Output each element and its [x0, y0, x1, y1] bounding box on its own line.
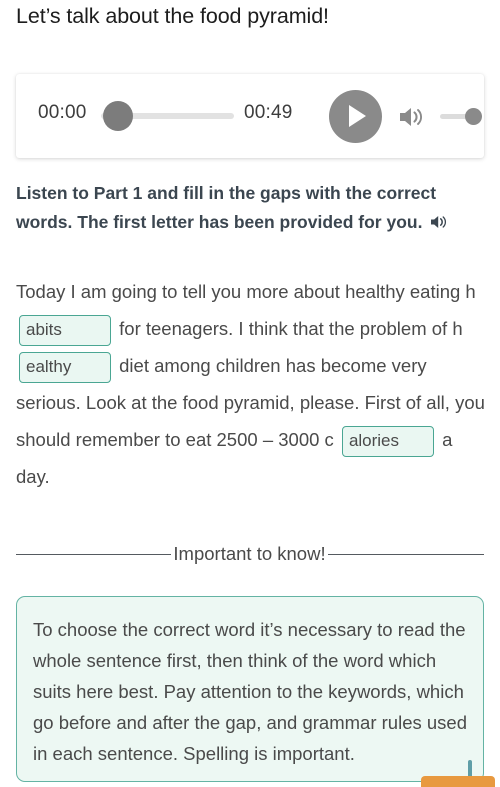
divider-line-left: [16, 554, 171, 555]
audio-player: 00:00 00:49: [16, 74, 484, 158]
volume-slider-knob[interactable]: [465, 108, 482, 125]
lesson-page: Let’s talk about the food pyramid! 00:00…: [0, 0, 500, 787]
audio-progress-slider[interactable]: [101, 101, 234, 131]
divider-line-right: [328, 554, 484, 555]
speaker-icon[interactable]: [430, 210, 449, 239]
passage-segment-1: Today I am going to tell you more about …: [16, 281, 476, 302]
passage-text: Today I am going to tell you more about …: [16, 273, 488, 495]
volume-slider[interactable]: [440, 108, 484, 125]
play-button[interactable]: [329, 90, 382, 143]
progress-slider-knob[interactable]: [103, 101, 133, 131]
passage-segment-2: for teenagers. I think that the problem …: [119, 318, 463, 339]
page-title: Let’s talk about the food pyramid!: [16, 4, 329, 28]
gap-input-3[interactable]: [341, 425, 434, 457]
divider-label: Important to know!: [173, 543, 326, 564]
tip-box: To choose the correct word it’s necessar…: [16, 596, 484, 782]
speaker-icon[interactable]: [398, 105, 426, 129]
instruction-text: Listen to Part 1 and fill in the gaps wi…: [16, 179, 480, 238]
section-divider: Important to know!: [0, 521, 500, 583]
play-icon: [349, 105, 366, 127]
check-button[interactable]: [421, 776, 495, 787]
instruction-label: Listen to Part 1 and fill in the gaps wi…: [16, 183, 437, 232]
audio-current-time: 00:00: [38, 102, 87, 123]
gap-input-2[interactable]: [19, 351, 111, 383]
gap-input-1[interactable]: [19, 314, 111, 346]
tip-text: To choose the correct word it’s necessar…: [33, 619, 467, 764]
audio-total-time: 00:49: [244, 102, 293, 123]
